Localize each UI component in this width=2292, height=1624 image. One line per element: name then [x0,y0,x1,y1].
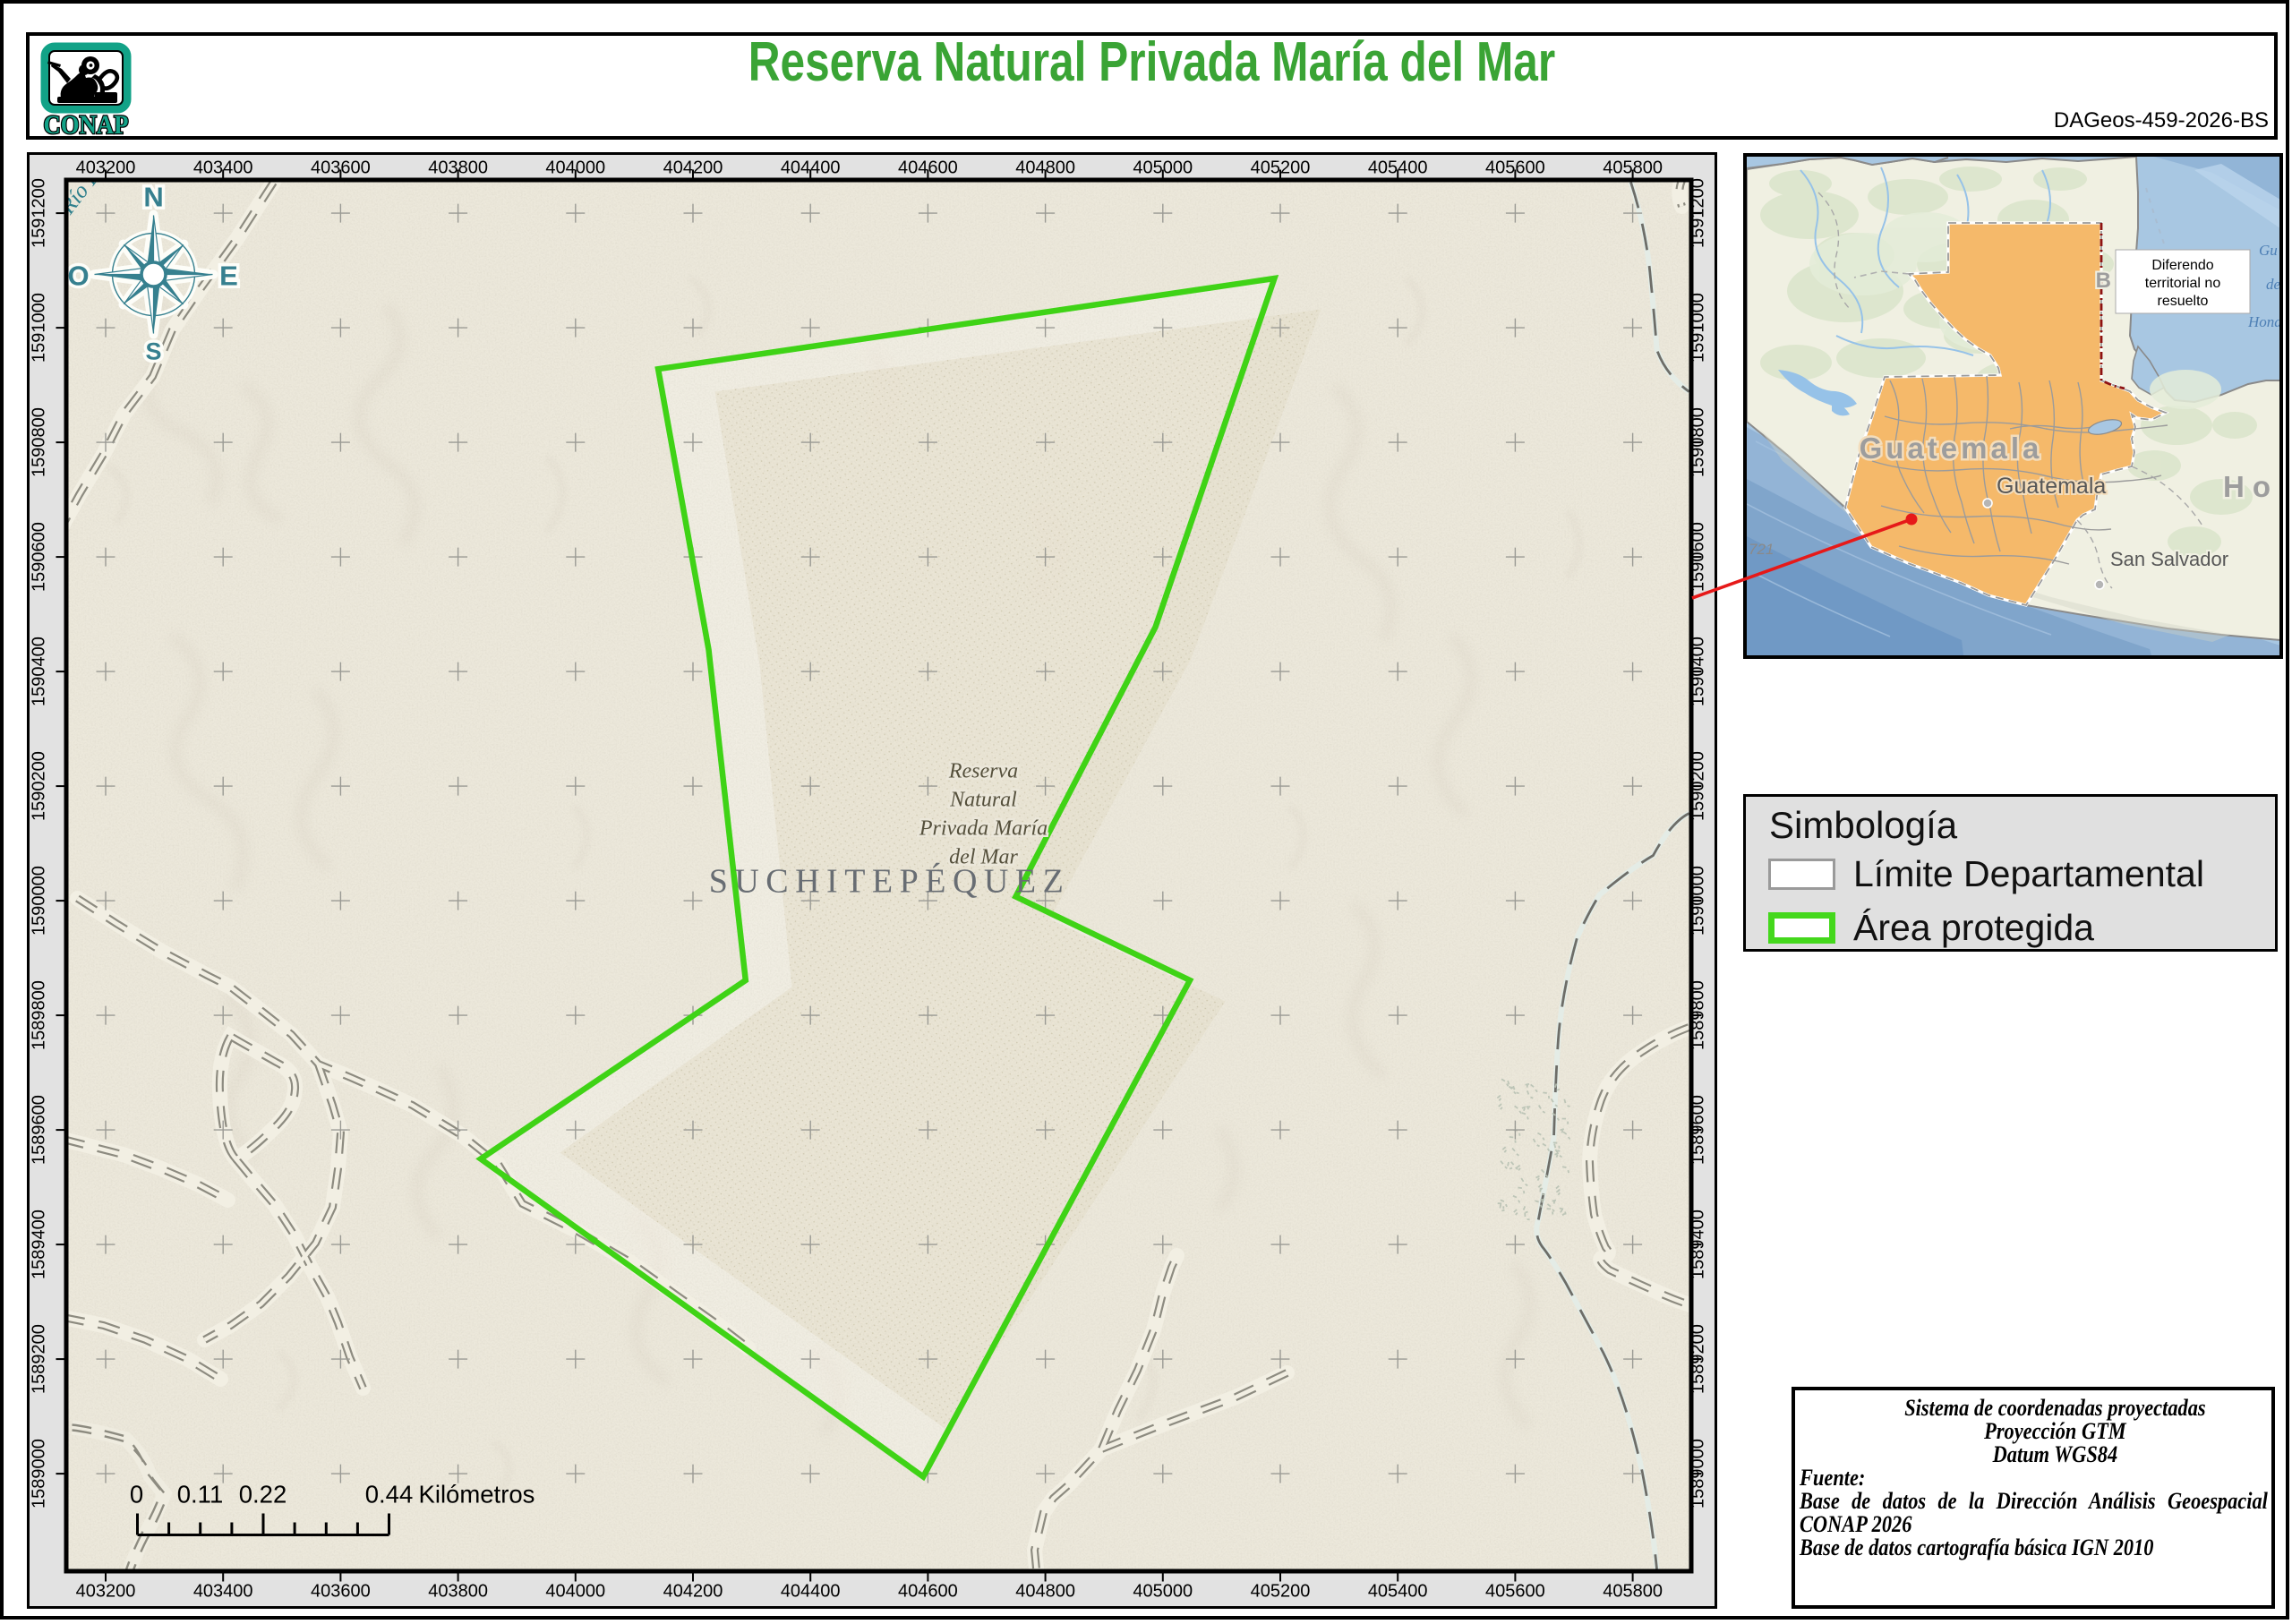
svg-text:CONAP: CONAP [44,110,129,140]
svg-text:1591200: 1591200 [30,178,49,248]
svg-text:0.11: 0.11 [177,1481,223,1509]
svg-text:1589400: 1589400 [30,1209,49,1279]
svg-text:O: O [67,261,89,292]
svg-text:E: E [219,261,238,292]
svg-text:404200: 404200 [663,1582,723,1602]
svg-text:Natural: Natural [949,789,1017,812]
svg-text:1591000: 1591000 [30,293,49,363]
svg-text:405000: 405000 [1133,158,1193,178]
svg-text:Hond: Hond [2247,313,2279,330]
svg-text:1591000: 1591000 [1689,293,1708,363]
svg-text:405200: 405200 [1251,158,1311,178]
svg-text:404800: 404800 [1015,158,1075,178]
svg-text:404800: 404800 [1015,1582,1075,1602]
svg-text:403800: 403800 [428,1582,488,1602]
svg-text:405400: 405400 [1368,158,1428,178]
svg-text:territorial no: territorial no [2145,276,2221,291]
svg-text:de: de [2266,276,2279,293]
svg-text:404000: 404000 [545,1582,605,1602]
svg-text:405800: 405800 [1603,158,1663,178]
svg-text:1590800: 1590800 [30,407,49,477]
svg-text:1589600: 1589600 [30,1095,49,1165]
svg-text:S: S [145,338,161,365]
svg-text:404400: 404400 [781,1582,841,1602]
svg-text:1590000: 1590000 [1689,866,1708,936]
svg-text:1589000: 1589000 [1689,1439,1708,1509]
svg-text:1590000: 1590000 [30,866,49,936]
svg-text:1590400: 1590400 [1689,637,1708,706]
svg-text:1589200: 1589200 [30,1324,49,1394]
svg-text:404200: 404200 [663,158,723,178]
svg-text:404000: 404000 [545,158,605,178]
svg-text:1589200: 1589200 [1689,1324,1708,1394]
svg-text:del Mar: del Mar [949,846,1018,869]
svg-text:405200: 405200 [1251,1582,1311,1602]
svg-text:1591200: 1591200 [1689,178,1708,248]
svg-text:405600: 405600 [1485,1582,1545,1602]
svg-text:403200: 403200 [76,1582,136,1602]
svg-text:Honduras: Honduras [2223,470,2279,503]
svg-text:403200: 403200 [76,158,136,178]
svg-text:1589000: 1589000 [30,1439,49,1509]
svg-text:403800: 403800 [428,158,488,178]
svg-text:1590200: 1590200 [30,751,49,821]
svg-text:Guatemala: Guatemala [1860,432,2043,465]
svg-text:1589400: 1589400 [1689,1209,1708,1279]
svg-text:Diferendo: Diferendo [2151,258,2213,273]
svg-text:405800: 405800 [1603,1582,1663,1602]
svg-text:1589600: 1589600 [1689,1095,1708,1165]
svg-text:Gu: Gu [2259,242,2278,259]
svg-text:Guatemala: Guatemala [1997,474,2106,499]
svg-text:1590800: 1590800 [1689,407,1708,477]
svg-text:0.44: 0.44 [365,1481,414,1509]
svg-text:405000: 405000 [1133,1582,1193,1602]
svg-text:403400: 403400 [193,158,253,178]
svg-text:Privada María: Privada María [919,817,1048,841]
svg-text:405400: 405400 [1368,1582,1428,1602]
svg-text:resuelto: resuelto [2158,294,2209,309]
svg-text:721: 721 [1749,541,1774,558]
svg-text:403600: 403600 [311,158,371,178]
svg-text:1589800: 1589800 [1689,980,1708,1050]
svg-text:404600: 404600 [898,158,958,178]
svg-text:403600: 403600 [311,1582,371,1602]
svg-text:0: 0 [130,1481,143,1509]
svg-text:403400: 403400 [193,1582,253,1602]
svg-text:1589800: 1589800 [30,980,49,1050]
svg-text:0.22: 0.22 [239,1481,287,1509]
svg-text:San Salvador: San Salvador [2110,548,2228,570]
svg-text:1590200: 1590200 [1689,751,1708,821]
svg-text:404400: 404400 [781,158,841,178]
svg-text:1590400: 1590400 [30,637,49,706]
svg-text:1590600: 1590600 [30,522,49,592]
svg-text:404600: 404600 [898,1582,958,1602]
svg-text:1590600: 1590600 [1689,522,1708,592]
svg-text:Reserva: Reserva [948,760,1018,783]
svg-text:Kilómetros: Kilómetros [419,1481,535,1509]
svg-text:405600: 405600 [1485,158,1545,178]
svg-text:N: N [143,182,163,213]
